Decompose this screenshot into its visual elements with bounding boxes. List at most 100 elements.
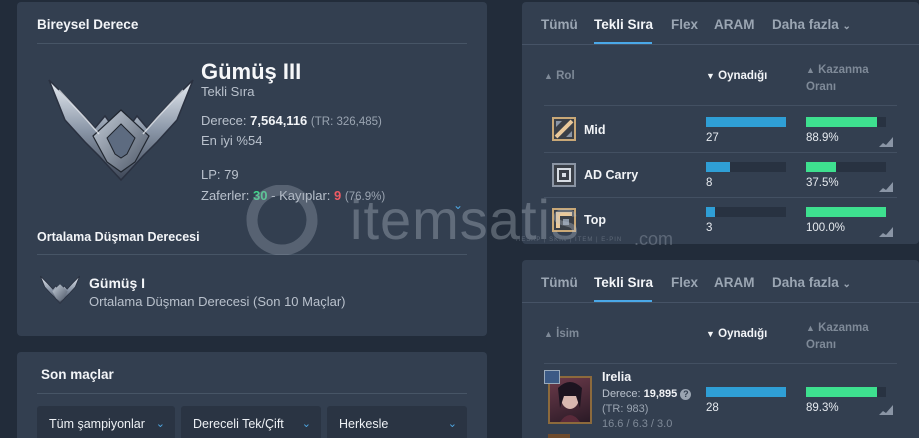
rank-panel: Bireysel Derece Gümüş III Tekli Sıra Der…: [17, 2, 487, 336]
rank-queue: Tekli Sıra: [201, 84, 255, 99]
role-name: Top: [584, 213, 606, 227]
avg-enemy-title: Ortalama Düşman Derecesi: [37, 230, 200, 244]
tab-solo-queue[interactable]: Tekli Sıra: [594, 17, 653, 32]
roles-panel: Tümü Tekli Sıra Flex ARAM Daha fazla ⌄ ▲…: [522, 2, 919, 244]
avg-enemy-desc: Ortalama Düşman Derecesi (Son 10 Maçlar): [89, 294, 346, 309]
divider: [544, 363, 897, 364]
player-filter-label: Herkesle: [339, 417, 389, 431]
played-bar: [706, 162, 786, 172]
top-percent: En iyi %54: [201, 133, 263, 148]
champion-kda: 16.6 / 6.3 / 3.0: [602, 418, 673, 430]
next-champion-avatar[interactable]: [548, 434, 570, 438]
tab-flex[interactable]: Flex: [671, 275, 698, 290]
divider: [37, 254, 467, 255]
role-name: Mid: [584, 123, 606, 137]
col-winrate-header[interactable]: ▲ Kazanma Oranı: [806, 320, 869, 354]
silver-small-emblem-icon: [39, 275, 81, 304]
queue-filter-select[interactable]: Dereceli Tek/Çift ⌄: [181, 406, 321, 438]
tab-all[interactable]: Tümü: [541, 17, 578, 32]
played-bar: [706, 387, 786, 397]
ladder-label: Derece:: [201, 113, 247, 128]
winrate-value: 37.5%: [806, 177, 839, 189]
player-filter-select[interactable]: Herkesle ⌄: [327, 406, 467, 438]
roles-tabs: Tümü Tekli Sıra Flex ARAM Daha fazla ⌄: [522, 2, 919, 45]
sort-desc-icon: ▼: [706, 329, 715, 339]
champions-tabs: Tümü Tekli Sıra Flex ARAM Daha fazla ⌄: [522, 260, 919, 303]
played-count: 27: [706, 132, 719, 144]
divider: [37, 43, 467, 44]
ladder-value: 7,564,116: [250, 113, 308, 128]
champion-name: Irelia: [602, 370, 632, 384]
role-name: AD Carry: [584, 168, 639, 182]
played-count: 28: [706, 402, 719, 414]
expand-chevron-icon[interactable]: ⌄: [453, 198, 463, 212]
avg-enemy-tier: Gümüş I: [89, 275, 146, 291]
trend-chart-icon[interactable]: [879, 137, 893, 147]
played-count: 3: [706, 222, 713, 234]
col-played-header[interactable]: ▼ Oynadığı: [706, 328, 767, 340]
tab-more-label: Daha fazla: [772, 275, 839, 290]
winrate-bar-fill: [806, 162, 836, 172]
champion-rank-value: 19,895: [643, 388, 678, 400]
tab-all[interactable]: Tümü: [541, 275, 578, 290]
tab-more[interactable]: Daha fazla ⌄: [772, 275, 851, 290]
sort-icon: ▲: [544, 329, 553, 339]
rank-tier: Gümüş III: [201, 59, 302, 84]
top-lane-icon: [552, 208, 576, 232]
col-winrate-label-2: Oranı: [806, 81, 837, 93]
league-points: LP: 79: [201, 167, 239, 182]
trend-chart-icon[interactable]: [879, 227, 893, 237]
sort-icon: ▲︎: [544, 71, 553, 81]
winrate-value: 100.0%: [806, 222, 846, 234]
wins-count: 30: [253, 188, 268, 203]
tab-flex[interactable]: Flex: [671, 17, 698, 32]
ladder-rank: Derece: 7,564,116 (TR: 326,485): [201, 113, 382, 128]
champion-filter-select[interactable]: Tüm şampiyonlar ⌄: [37, 406, 175, 438]
sort-icon: ▲: [806, 65, 815, 75]
trend-chart-icon[interactable]: [879, 405, 893, 415]
rank-panel-title: Bireysel Derece: [37, 17, 139, 32]
silver-rank-emblem-icon: [48, 79, 194, 182]
col-played-label: Oynadığı: [718, 70, 768, 82]
divider: [37, 393, 467, 394]
col-winrate-label-1: Kazanma: [818, 322, 869, 334]
win-loss-separator: -: [271, 188, 276, 203]
winrate-bar: [806, 387, 886, 397]
recent-matches-panel: Son maçlar Tüm şampiyonlar ⌄ Dereceli Te…: [17, 352, 487, 438]
winrate: (76.9%): [344, 191, 386, 203]
recent-matches-title: Son maçlar: [41, 367, 114, 382]
divider: [544, 152, 897, 153]
champions-panel: Tümü Tekli Sıra Flex ARAM Daha fazla ⌄ ▲…: [522, 260, 919, 438]
queue-filter-label: Dereceli Tek/Çift: [193, 417, 284, 431]
winrate-bar-fill: [806, 207, 886, 217]
winrate-bar: [806, 162, 886, 172]
wins-label: Zaferler:: [201, 188, 250, 203]
col-winrate-label-2: Oranı: [806, 339, 837, 351]
played-bar-fill: [706, 207, 715, 217]
tab-solo-queue[interactable]: Tekli Sıra: [594, 275, 653, 290]
bot-lane-icon: [552, 163, 576, 187]
help-icon[interactable]: ?: [680, 389, 692, 400]
losses-count: 9: [334, 188, 342, 203]
col-played-label: Oynadığı: [718, 328, 768, 340]
winrate-bar-fill: [806, 117, 878, 127]
mid-lane-icon: [552, 117, 576, 141]
played-count: 8: [706, 177, 713, 189]
sort-desc-icon: ▼: [706, 71, 715, 81]
tab-aram[interactable]: ARAM: [714, 275, 755, 290]
chevron-down-icon: ⌄: [447, 418, 457, 430]
col-winrate-label-1: Kazanma: [818, 64, 869, 76]
tab-more[interactable]: Daha fazla ⌄: [772, 17, 851, 32]
col-played-header[interactable]: ▼ Oynadığı: [706, 70, 767, 82]
divider: [522, 302, 919, 303]
col-winrate-header[interactable]: ▲ Kazanma Oranı: [806, 62, 869, 96]
chevron-down-icon: ⌄: [842, 21, 851, 32]
champion-rank-label: Derece:: [602, 388, 641, 400]
winrate-value: 88.9%: [806, 132, 839, 144]
losses-label: Kayıplar:: [279, 188, 331, 203]
chevron-down-icon: ⌄: [842, 279, 851, 290]
col-role-header[interactable]: ▲︎ Rol: [544, 70, 575, 82]
tab-aram[interactable]: ARAM: [714, 17, 755, 32]
col-name-header[interactable]: ▲ İsim: [544, 328, 579, 340]
trend-chart-icon[interactable]: [879, 182, 893, 192]
